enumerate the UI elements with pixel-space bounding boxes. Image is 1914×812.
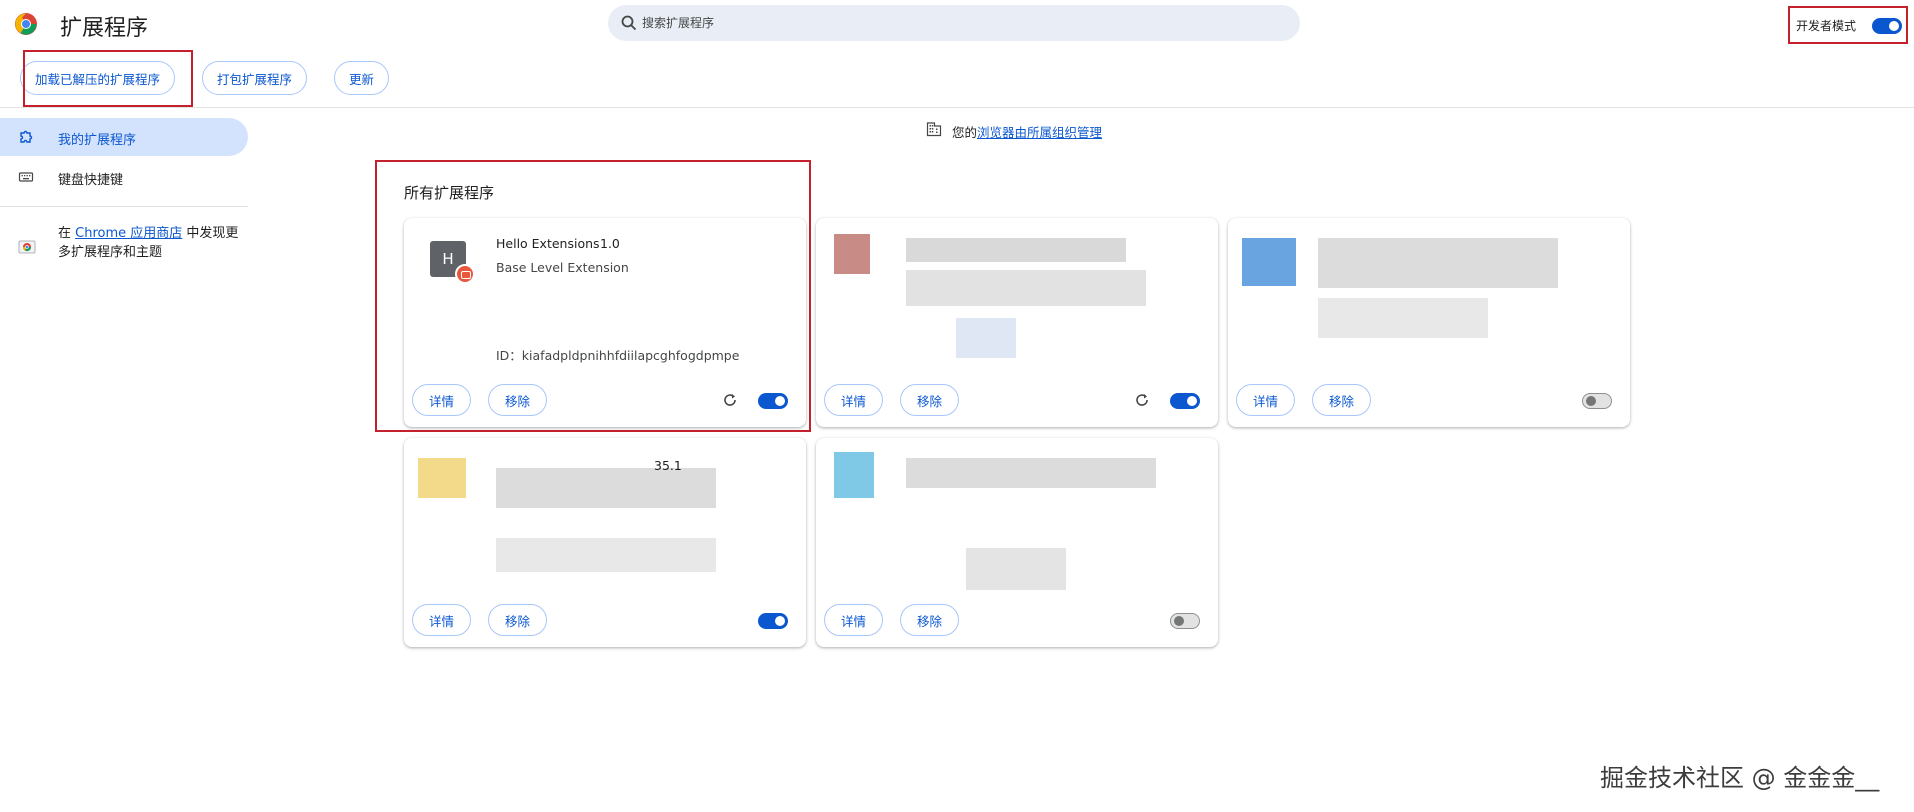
toggle-knob [1889,21,1899,31]
extension-id: ID：kiafadpldpnihhfdiilapcghfogdpmpe [496,348,740,363]
extension-card-2: 详情 移除 [816,218,1218,427]
obscured-avatar [418,458,466,498]
details-button[interactable]: 详情 [412,604,472,636]
obscured-text [956,318,1016,358]
obscured-text [906,238,1126,262]
toggle-knob [775,396,785,406]
obscured-text [1318,298,1488,338]
managed-link[interactable]: 浏览器由所属组织管理 [977,125,1102,140]
dev-mode-label: 开发者模式 [1796,19,1857,33]
extension-card-5: 详情 移除 [816,438,1218,647]
obscured-avatar [1242,238,1296,286]
extension-enable-toggle[interactable] [758,393,788,409]
extension-enable-toggle[interactable] [1170,393,1200,409]
sidebar-item-label: 我的扩展程序 [58,133,137,148]
puzzle-icon [20,130,33,143]
extension-enable-toggle[interactable] [1582,393,1612,409]
reload-icon[interactable] [1134,392,1150,408]
extension-card-3: 详情 移除 [1228,218,1630,427]
toggle-knob [1174,616,1184,626]
toolbar-divider [0,107,1914,108]
extension-name: Hello Extensions [496,236,600,251]
obscured-text [496,538,716,572]
search-icon [621,15,637,31]
toggle-knob [1187,396,1197,406]
details-button[interactable]: 详情 [1236,384,1296,416]
remove-button[interactable]: 移除 [488,604,548,636]
page-title: 扩展程序 [60,16,149,41]
toggle-knob [775,616,785,626]
extension-card-hello: H Hello Extensions 1.0 Base Level Extens… [404,218,806,427]
sidebar-item-my-extensions[interactable]: 我的扩展程序 [0,118,248,156]
dev-mode-control: 开发者模式 [1788,6,1908,44]
unpacked-badge-icon [455,264,475,284]
extension-version: 35.1 [654,458,682,473]
sidebar-item-keyboard-shortcuts[interactable]: 键盘快捷键 [0,158,248,196]
dev-mode-toggle[interactable] [1872,18,1902,34]
reload-icon[interactable] [722,392,738,408]
extension-enable-toggle[interactable] [1170,613,1200,629]
extension-enable-toggle[interactable] [758,613,788,629]
keyboard-icon [18,172,34,182]
remove-button[interactable]: 移除 [900,604,960,636]
toggle-knob [1586,396,1596,406]
remove-button[interactable]: 移除 [1312,384,1372,416]
annotation-box-load [23,50,193,107]
pack-extension-button[interactable]: 打包扩展程序 [202,61,308,95]
web-store-promo: 在 Chrome 应用商店 中发现更多扩展程序和主题 [58,226,239,260]
details-button[interactable]: 详情 [412,384,472,416]
header: 扩展程序 开发者模式 [0,0,1914,46]
update-button[interactable]: 更新 [334,61,390,95]
obscured-text [966,548,1066,590]
sidebar-item-label: 键盘快捷键 [58,173,124,188]
search-input[interactable] [642,5,1282,41]
extension-description: Base Level Extension [496,260,629,275]
obscured-text [496,468,716,508]
obscured-text [1318,238,1558,288]
obscured-avatar [834,234,870,274]
details-button[interactable]: 详情 [824,384,884,416]
sidebar-divider [0,206,248,207]
obscured-avatar [834,452,874,498]
extension-card-4: 35.1 详情 移除 [404,438,806,647]
extension-version: 1.0 [600,236,620,251]
building-icon [926,122,942,137]
obscured-text [906,270,1146,306]
watermark: 掘金技术社区 @ 金金金__ [1600,764,1880,792]
details-button[interactable]: 详情 [824,604,884,636]
managed-text: 您的浏览器由所属组织管理 [952,125,1103,140]
search-bar[interactable] [608,5,1300,41]
chrome-web-store-icon [18,240,36,254]
remove-button[interactable]: 移除 [900,384,960,416]
obscured-text [906,458,1156,488]
chrome-logo-icon [15,13,37,35]
remove-button[interactable]: 移除 [488,384,548,416]
web-store-link[interactable]: Chrome 应用商店 [75,226,182,241]
